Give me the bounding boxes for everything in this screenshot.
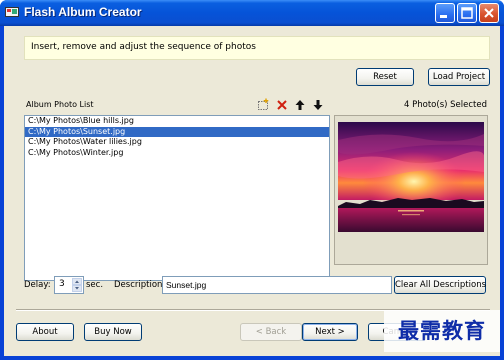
delay-value: 3 (59, 279, 65, 289)
sunset-photo (338, 122, 484, 232)
watermark-logo: 最需教育 (384, 310, 500, 352)
delay-stepper[interactable]: 3 (54, 276, 84, 294)
window-title: Flash Album Creator (24, 5, 142, 19)
app-window: Flash Album Creator Insert, remove and a… (0, 0, 504, 360)
minimize-icon (440, 15, 447, 18)
photo-preview (334, 115, 488, 265)
chevron-up-icon (75, 280, 79, 283)
maximize-icon (461, 7, 473, 19)
remove-icon[interactable] (275, 98, 289, 112)
back-button[interactable]: < Back (240, 323, 302, 341)
buy-now-button[interactable]: Buy Now (84, 323, 142, 341)
photo-list-item[interactable]: C:\My Photos\Winter.jpg (25, 148, 329, 159)
chevron-down-icon (75, 287, 79, 290)
delay-unit-label: sec. (86, 280, 104, 290)
minimize-button[interactable] (435, 3, 455, 23)
instruction-text: Insert, remove and adjust the sequence o… (31, 42, 256, 52)
photo-list-header: Album Photo List (24, 97, 330, 113)
next-button[interactable]: Next > (302, 323, 358, 341)
move-down-icon[interactable] (311, 98, 325, 112)
about-button[interactable]: About (16, 323, 74, 341)
delay-down-arrow[interactable] (72, 285, 82, 292)
app-icon (5, 7, 19, 17)
description-label: Description: (114, 280, 166, 290)
selection-count: 4 Photo(s) Selected (404, 100, 487, 110)
photo-list-item[interactable]: C:\My Photos\Sunset.jpg (25, 126, 329, 137)
add-icon[interactable] (256, 98, 270, 112)
delay-label: Delay: (24, 280, 51, 290)
instruction-banner: Insert, remove and adjust the sequence o… (24, 36, 490, 60)
delay-up-arrow[interactable] (72, 278, 82, 285)
title-bar[interactable]: Flash Album Creator (0, 0, 504, 26)
photo-list-title: Album Photo List (26, 100, 94, 109)
reset-button[interactable]: Reset (356, 68, 414, 86)
close-icon (484, 8, 494, 18)
delay-spin-arrows[interactable] (72, 278, 82, 292)
close-button[interactable] (479, 3, 499, 23)
move-up-icon[interactable] (293, 98, 307, 112)
clear-all-descriptions-button[interactable]: Clear All Descriptions (394, 276, 486, 294)
load-project-button[interactable]: Load Project (428, 68, 490, 86)
maximize-button[interactable] (457, 3, 477, 23)
photo-list[interactable]: C:\My Photos\Blue hills.jpg C:\My Photos\… (24, 115, 330, 281)
photo-list-item[interactable]: C:\My Photos\Blue hills.jpg (25, 116, 329, 127)
description-field[interactable] (162, 276, 392, 294)
window-frame-bottom (0, 356, 504, 360)
dialog-body: Insert, remove and adjust the sequence o… (4, 26, 500, 356)
photo-list-item[interactable]: C:\My Photos\Water lilies.jpg (25, 137, 329, 148)
